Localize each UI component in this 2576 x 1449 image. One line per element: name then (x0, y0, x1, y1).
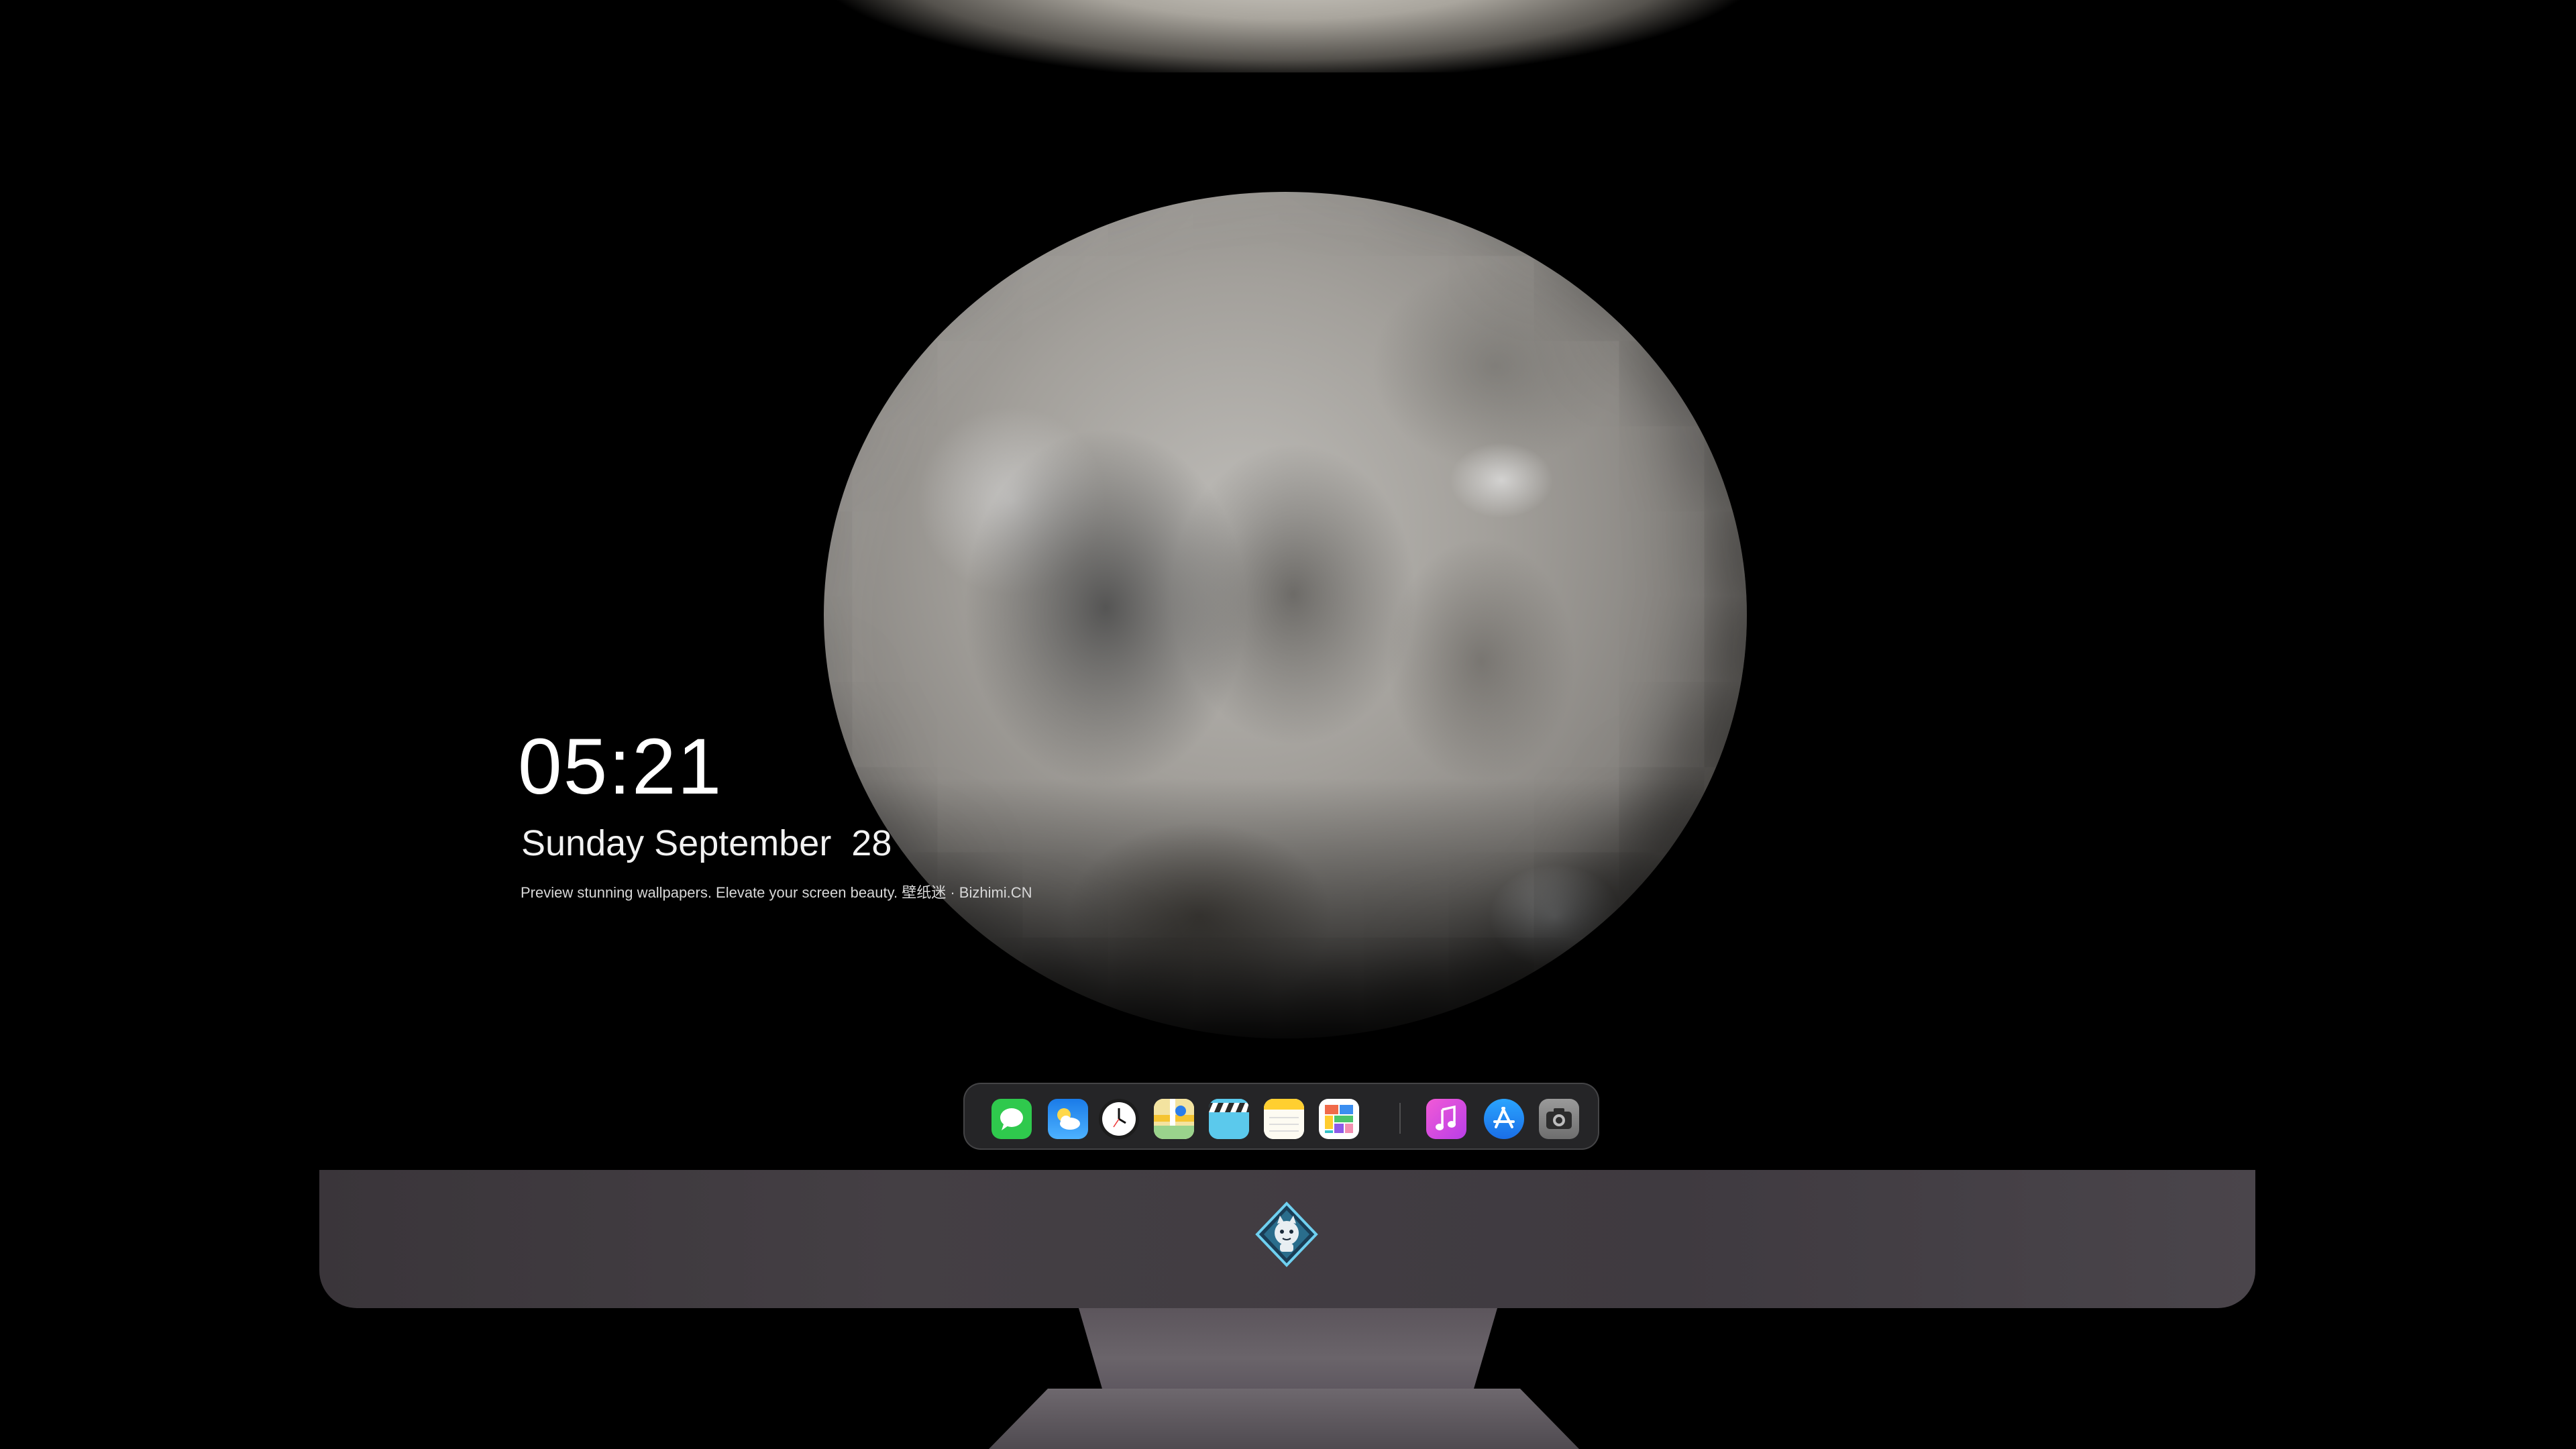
dock-item-clock[interactable] (1099, 1099, 1139, 1139)
app-store-icon (1493, 1107, 1515, 1128)
dock-item-messages[interactable] (991, 1099, 1032, 1139)
dock-item-videos[interactable] (1209, 1099, 1249, 1139)
dock-separator (1399, 1103, 1401, 1134)
maps-icon (1154, 1099, 1194, 1139)
photos-grid-icon (1325, 1105, 1353, 1133)
music-icon (1436, 1105, 1456, 1130)
top-glow-edge (805, 72, 1771, 113)
messages-icon (1000, 1108, 1023, 1130)
dock-item-music[interactable] (1426, 1099, 1466, 1139)
monitor-logo (1253, 1201, 1320, 1268)
lockscreen-time: 05:21 (518, 722, 723, 811)
dock-item-photos[interactable] (1319, 1099, 1359, 1139)
clock-icon (1102, 1102, 1136, 1136)
monitor-stand-base (989, 1389, 1579, 1449)
dock-item-app-store[interactable] (1484, 1099, 1524, 1139)
notes-icon (1264, 1099, 1304, 1139)
top-lamp-glow (832, 0, 1744, 74)
dock-item-notes[interactable] (1264, 1099, 1304, 1139)
planet-shadow (824, 778, 1747, 1060)
dock (963, 1083, 1599, 1150)
dock-item-maps[interactable] (1154, 1099, 1194, 1139)
screen: 05:21 Sunday September 28 Preview stunni… (0, 0, 2576, 1449)
mascot-logo-icon (1255, 1201, 1318, 1267)
wallpaper-caption: Preview stunning wallpapers. Elevate you… (521, 884, 1032, 901)
dock-item-weather[interactable] (1048, 1099, 1088, 1139)
lockscreen-date: Sunday September 28 (521, 823, 892, 863)
dock-item-camera[interactable] (1539, 1099, 1579, 1139)
video-clapper-icon (1209, 1099, 1249, 1139)
camera-icon (1546, 1108, 1572, 1129)
weather-icon (1057, 1108, 1080, 1130)
